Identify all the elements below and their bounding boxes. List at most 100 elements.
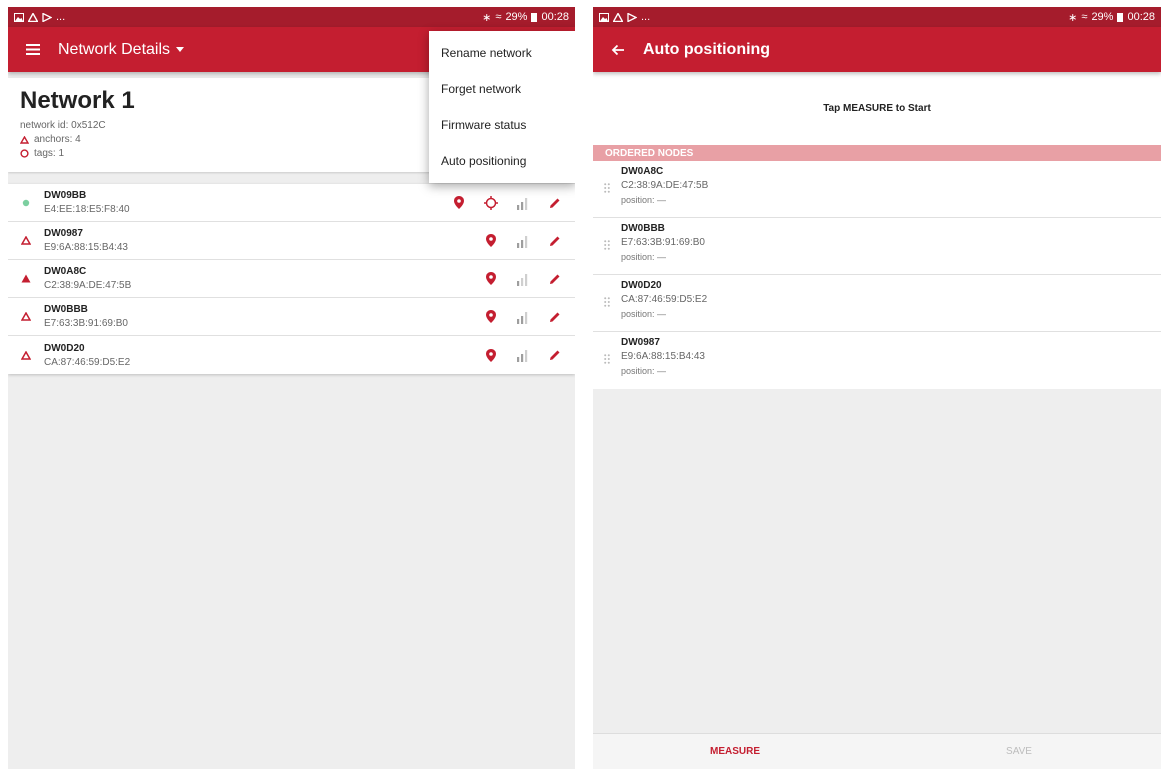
back-arrow-icon — [611, 44, 624, 55]
node-name: DW0BBB — [44, 304, 88, 315]
drag-handle-icon — [604, 297, 610, 307]
caret-down-icon — [176, 47, 185, 52]
action-bar: MEASURE SAVE — [593, 733, 1161, 769]
pencil-icon — [550, 198, 560, 208]
list-item[interactable]: DW0987 E9:6A:88:15:B4:43 — [8, 222, 575, 260]
node-position: position: — — [621, 366, 667, 376]
node-address: E9:6A:88:15:B4:43 — [621, 351, 705, 362]
list-item[interactable]: DW0D20 CA:87:46:59:D5:E2 — [8, 336, 575, 374]
edit-button[interactable] — [539, 264, 571, 294]
status-ellipsis: ... — [56, 11, 66, 23]
drag-handle-icon — [604, 354, 610, 364]
signal-bars-icon — [517, 197, 528, 210]
node-position: position: — — [621, 252, 667, 262]
signal-button[interactable] — [507, 264, 539, 294]
menu-item-rename-network[interactable]: Rename network — [429, 35, 575, 71]
list-item[interactable]: DW0BBB E7:63:3B:91:69:B0 position: — — [593, 218, 1161, 275]
bluetooth-icon: ∗ — [1068, 11, 1078, 24]
drag-handle[interactable] — [593, 337, 621, 364]
signal-button[interactable] — [507, 226, 539, 256]
track-button[interactable] — [475, 188, 507, 218]
hamburger-menu-button[interactable] — [8, 27, 58, 72]
menu-item-firmware-status[interactable]: Firmware status — [429, 107, 575, 143]
drag-handle-icon — [604, 183, 610, 193]
measure-button[interactable]: MEASURE — [593, 746, 877, 757]
list-item[interactable]: DW0987 E9:6A:88:15:B4:43 position: — — [593, 332, 1161, 389]
signal-button[interactable] — [507, 302, 539, 332]
signal-bars-icon — [517, 235, 528, 248]
list-item[interactable]: DW09BB E4:EE:18:E5:F8:40 — [8, 184, 575, 222]
node-name: DW0A8C — [621, 166, 664, 177]
instruction-text: Tap MEASURE to Start — [823, 103, 931, 114]
locate-button[interactable] — [475, 302, 507, 332]
list-item[interactable]: DW0D20 CA:87:46:59:D5:E2 position: — — [593, 275, 1161, 332]
menu-item-forget-network[interactable]: Forget network — [429, 71, 575, 107]
locate-button[interactable] — [475, 226, 507, 256]
back-button[interactable] — [593, 27, 643, 72]
bluetooth-icon: ∗ — [482, 11, 492, 24]
location-pin-icon — [486, 272, 496, 285]
status-bar: ... ∗ ≈ 29% 00:28 — [593, 7, 1161, 27]
ordered-nodes-header: ORDERED NODES — [593, 145, 1161, 161]
locate-button[interactable] — [443, 188, 475, 218]
drive-icon — [28, 12, 38, 22]
drag-handle[interactable] — [593, 280, 621, 307]
node-list: DW09BB E4:EE:18:E5:F8:40 DW0987 E9:6A:88… — [8, 184, 575, 374]
node-name: DW0BBB — [621, 223, 665, 234]
location-pin-icon — [486, 310, 496, 323]
wifi-icon: ≈ — [495, 11, 502, 23]
node-address: CA:87:46:59:D5:E2 — [621, 294, 708, 305]
node-address: E7:63:3B:91:69:B0 — [621, 237, 705, 248]
node-name: DW0D20 — [621, 280, 662, 291]
play-icon — [42, 12, 52, 22]
online-dot-icon — [22, 199, 30, 206]
locate-button[interactable] — [475, 340, 507, 370]
anchors-label: anchors: 4 — [34, 134, 81, 145]
menu-item-auto-positioning[interactable]: Auto positioning — [429, 143, 575, 179]
node-name: DW0A8C — [44, 266, 87, 277]
edit-button[interactable] — [539, 302, 571, 332]
menu-icon — [26, 44, 40, 55]
signal-bars-icon — [517, 350, 528, 362]
page-title: Network Details — [58, 40, 171, 58]
signal-bars-icon — [517, 273, 528, 286]
node-position: position: — — [621, 195, 667, 205]
instruction-panel: Tap MEASURE to Start — [593, 72, 1161, 145]
signal-button[interactable] — [507, 340, 539, 370]
initiator-triangle-icon — [21, 274, 31, 283]
drag-handle[interactable] — [593, 166, 621, 193]
list-item[interactable]: DW0A8C C2:38:9A:DE:47:5B — [8, 260, 575, 298]
battery-level: 29% — [1091, 11, 1114, 23]
pencil-icon — [550, 274, 560, 284]
network-details-screen: ... ∗ ≈ 29% 00:28 Network Details Networ… — [8, 7, 575, 769]
status-bar: ... ∗ ≈ 29% 00:28 — [8, 7, 575, 27]
network-details-dropdown[interactable]: Network Details — [58, 40, 185, 59]
signal-button[interactable] — [507, 188, 539, 218]
page-title: Auto positioning — [643, 40, 771, 58]
node-name: DW09BB — [44, 190, 87, 201]
battery-level: 29% — [505, 11, 528, 23]
save-button[interactable]: SAVE — [877, 746, 1161, 757]
location-pin-icon — [454, 196, 464, 209]
edit-button[interactable] — [539, 226, 571, 256]
node-position: position: — — [621, 309, 667, 319]
locate-button[interactable] — [475, 264, 507, 294]
wifi-icon: ≈ — [1081, 11, 1088, 23]
battery-icon — [1117, 12, 1124, 22]
tag-circle-icon — [20, 149, 29, 158]
drive-icon — [613, 12, 623, 22]
battery-icon — [531, 12, 538, 22]
crosshair-icon — [484, 195, 498, 210]
pencil-icon — [550, 312, 560, 322]
pencil-icon — [550, 236, 560, 246]
edit-button[interactable] — [539, 340, 571, 370]
list-item[interactable]: DW0BBB E7:63:3B:91:69:B0 — [8, 298, 575, 336]
auto-positioning-screen: ... ∗ ≈ 29% 00:28 Auto positioning Tap M… — [593, 7, 1161, 769]
image-icon — [14, 12, 24, 22]
list-item[interactable]: DW0A8C C2:38:9A:DE:47:5B position: — — [593, 161, 1161, 218]
pencil-icon — [550, 350, 560, 360]
drag-handle[interactable] — [593, 223, 621, 250]
node-address: E7:63:3B:91:69:B0 — [44, 318, 128, 329]
edit-button[interactable] — [539, 188, 571, 218]
play-icon — [627, 12, 637, 22]
